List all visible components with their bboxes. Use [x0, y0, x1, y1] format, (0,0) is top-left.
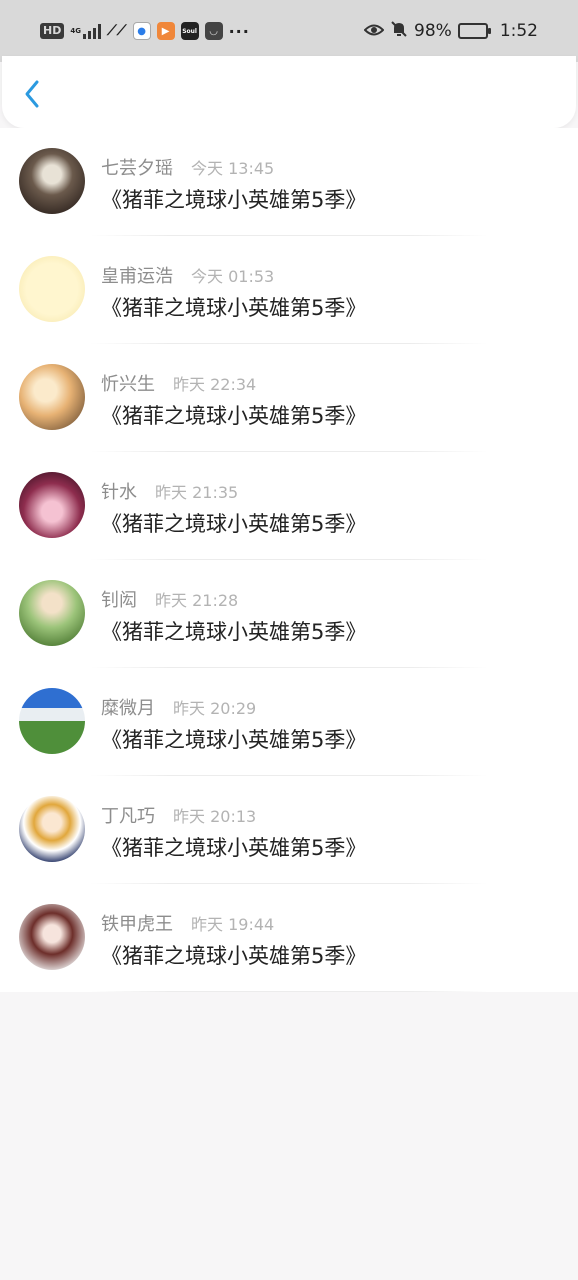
list-item[interactable]: 糜微月 昨天 20:29 《猪菲之境球小英雄第5季》 — [0, 668, 578, 776]
item-meta: 丁凡巧 昨天 20:13 — [101, 802, 256, 828]
item-title[interactable]: 《猪菲之境球小英雄第5季》 — [101, 508, 366, 538]
item-title[interactable]: 《猪菲之境球小英雄第5季》 — [101, 184, 366, 214]
header-bar — [2, 56, 576, 128]
user-name[interactable]: 钊闳 — [101, 586, 137, 612]
notification-icon: ◡ — [204, 22, 223, 40]
chevron-left-icon — [25, 80, 39, 108]
user-name[interactable]: 丁凡巧 — [101, 802, 155, 828]
item-title[interactable]: 《猪菲之境球小英雄第5季》 — [101, 400, 366, 430]
item-title[interactable]: 《猪菲之境球小英雄第5季》 — [101, 292, 366, 322]
battery-percent: 98% — [414, 21, 452, 41]
item-meta: 七芸夕瑶 今天 13:45 — [101, 154, 274, 180]
item-meta: 皇甫运浩 今天 01:53 — [101, 262, 274, 288]
link-icon: ⟋⟋ — [106, 23, 127, 39]
user-name[interactable]: 针水 — [101, 478, 137, 504]
avatar[interactable] — [19, 904, 85, 970]
item-meta: 针水 昨天 21:35 — [101, 478, 238, 504]
battery-icon — [457, 23, 491, 39]
timestamp: 昨天 20:29 — [173, 699, 257, 718]
timestamp: 昨天 19:44 — [191, 915, 275, 934]
avatar[interactable] — [19, 364, 85, 430]
avatar[interactable] — [19, 796, 85, 862]
list-item[interactable]: 丁凡巧 昨天 20:13 《猪菲之境球小英雄第5季》 — [0, 776, 578, 884]
timestamp: 今天 01:53 — [191, 267, 275, 286]
soul-icon: Soul — [180, 22, 199, 40]
timestamp: 今天 13:45 — [191, 159, 275, 178]
mute-bell-icon — [390, 20, 408, 42]
list-item[interactable]: 皇甫运浩 今天 01:53 《猪菲之境球小英雄第5季》 — [0, 236, 578, 344]
signal-icon — [82, 23, 101, 39]
item-title[interactable]: 《猪菲之境球小英雄第5季》 — [101, 724, 366, 754]
avatar[interactable] — [19, 688, 85, 754]
avatar[interactable] — [19, 580, 85, 646]
comment-list: 七芸夕瑶 今天 13:45 《猪菲之境球小英雄第5季》 皇甫运浩 今天 01:5… — [0, 128, 578, 992]
eye-icon — [363, 22, 385, 41]
timestamp: 昨天 21:35 — [155, 483, 239, 502]
avatar[interactable] — [19, 472, 85, 538]
user-name[interactable]: 糜微月 — [101, 694, 155, 720]
more-indicator: ··· — [228, 21, 250, 41]
user-name[interactable]: 忻兴生 — [101, 370, 155, 396]
user-name[interactable]: 皇甫运浩 — [101, 262, 173, 288]
user-name[interactable]: 铁甲虎王 — [101, 910, 173, 936]
clock: 1:52 — [499, 21, 538, 41]
list-item[interactable]: 忻兴生 昨天 22:34 《猪菲之境球小英雄第5季》 — [0, 344, 578, 452]
avatar[interactable] — [19, 148, 85, 214]
network-type: 4G — [70, 27, 81, 35]
item-title[interactable]: 《猪菲之境球小英雄第5季》 — [101, 832, 366, 862]
hd-indicator: HD — [40, 23, 65, 39]
app-icon: ● — [132, 22, 151, 40]
status-bar-left: HD 4G ⟋⟋ ● ▶ Soul ◡ ··· — [40, 22, 250, 41]
avatar[interactable] — [19, 256, 85, 322]
browser-icon: ▶ — [156, 22, 175, 40]
list-item[interactable]: 钊闳 昨天 21:28 《猪菲之境球小英雄第5季》 — [0, 560, 578, 668]
status-bar: HD 4G ⟋⟋ ● ▶ Soul ◡ ··· 98% 1:52 — [0, 0, 578, 62]
item-title[interactable]: 《猪菲之境球小英雄第5季》 — [101, 940, 366, 970]
status-bar-right: 98% 1:52 — [363, 20, 538, 42]
user-name[interactable]: 七芸夕瑶 — [101, 154, 173, 180]
divider — [90, 991, 488, 992]
timestamp: 昨天 22:34 — [173, 375, 257, 394]
item-meta: 糜微月 昨天 20:29 — [101, 694, 256, 720]
timestamp: 昨天 21:28 — [155, 591, 239, 610]
item-title[interactable]: 《猪菲之境球小英雄第5季》 — [101, 616, 366, 646]
list-item[interactable]: 七芸夕瑶 今天 13:45 《猪菲之境球小英雄第5季》 — [0, 128, 578, 236]
back-button[interactable] — [16, 76, 48, 112]
timestamp: 昨天 20:13 — [173, 807, 257, 826]
item-meta: 钊闳 昨天 21:28 — [101, 586, 238, 612]
item-meta: 忻兴生 昨天 22:34 — [101, 370, 256, 396]
list-item[interactable]: 铁甲虎王 昨天 19:44 《猪菲之境球小英雄第5季》 — [0, 884, 578, 992]
list-item[interactable]: 针水 昨天 21:35 《猪菲之境球小英雄第5季》 — [0, 452, 578, 560]
item-meta: 铁甲虎王 昨天 19:44 — [101, 910, 274, 936]
